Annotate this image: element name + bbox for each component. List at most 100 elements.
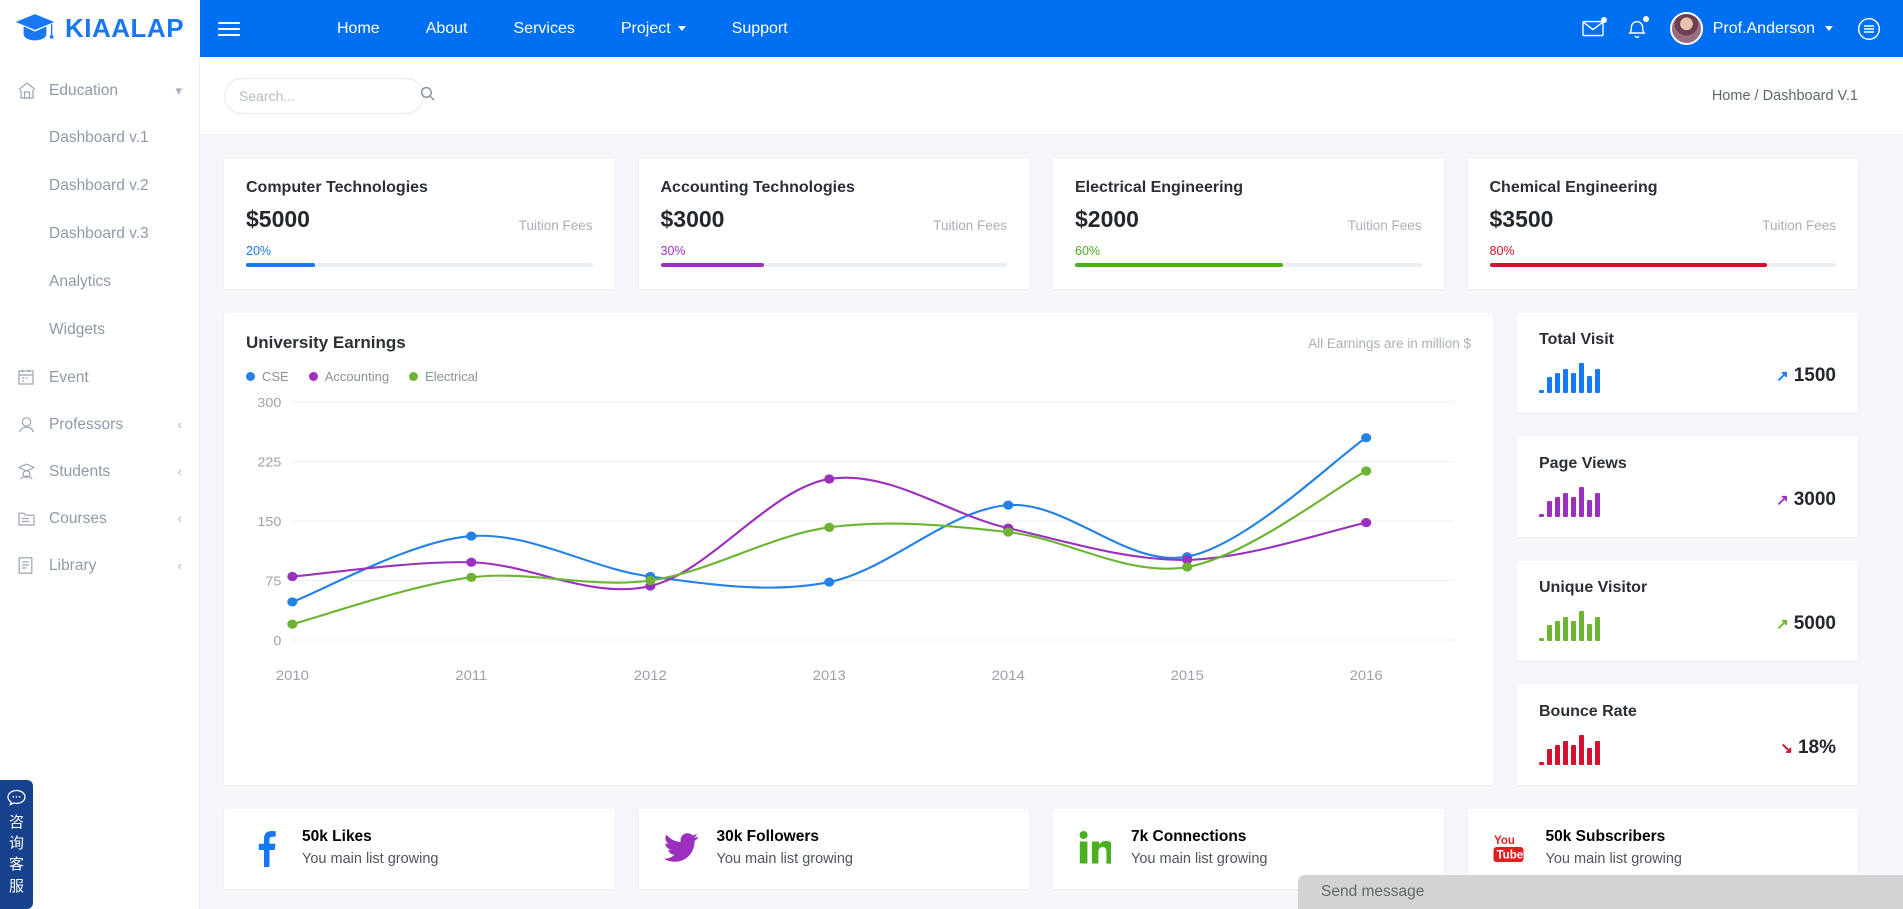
nav-link-support[interactable]: Support: [709, 20, 811, 38]
sidebar-item-students[interactable]: Students ‹: [0, 448, 199, 495]
legend-item-accounting[interactable]: Accounting: [308, 369, 389, 384]
sparkline-bar: [1579, 735, 1584, 765]
legend-swatch: [246, 372, 255, 381]
svg-text:0: 0: [273, 634, 281, 648]
legend-swatch: [409, 372, 419, 381]
search-input[interactable]: [239, 87, 420, 104]
mini-stat-bounce-rate: Bounce Rate ↘ 18%: [1517, 685, 1858, 785]
mini-stats-column: Total Visit ↗ 1500 Page Views ↗ 3000 Uni…: [1517, 313, 1858, 785]
brand-logo-area[interactable]: KIAALAP: [0, 0, 200, 57]
sparkline-bar: [1587, 376, 1592, 393]
nav-link-label: Support: [731, 19, 788, 37]
send-message-label: Send message: [1321, 883, 1425, 900]
mini-stat-title: Unique Visitor: [1539, 579, 1648, 596]
sidebar-item-label: Students: [49, 462, 111, 480]
search-icon[interactable]: [420, 86, 435, 106]
main-content: Home / Dashboard V.1 Computer Technologi…: [200, 57, 1903, 909]
home-icon: [17, 81, 41, 100]
svg-text:75: 75: [265, 574, 281, 588]
svg-text:Tube: Tube: [1496, 849, 1523, 861]
social-card-facebook[interactable]: 50k Likes You main list growing: [224, 809, 615, 889]
sparkline-bar: [1563, 740, 1568, 765]
search-box[interactable]: [224, 77, 435, 114]
sparkline-bar: [1539, 637, 1544, 641]
stat-card-subtitle: Tuition Fees: [518, 218, 593, 233]
legend-label: Electrical: [425, 369, 478, 384]
bell-icon[interactable]: [1627, 15, 1649, 39]
chevron-left-icon: ‹: [177, 511, 182, 526]
chat-support-tab[interactable]: 咨 询 客 服: [0, 779, 33, 909]
sidebar-item-widgets[interactable]: Widgets: [0, 306, 199, 354]
sparkline-bars: [1539, 731, 1600, 765]
top-bar: KIAALAP Home About Services Project Supp…: [0, 0, 1903, 57]
sidebar-item-library[interactable]: Library ‹: [0, 542, 199, 589]
sidebar-item-analytics[interactable]: Analytics: [0, 258, 199, 306]
mini-stat-page-views: Page Views ↗ 3000: [1517, 437, 1858, 537]
social-card-twitter[interactable]: 30k Followers You main list growing: [638, 809, 1029, 889]
sparkline-bar: [1579, 363, 1584, 393]
nav-link-home[interactable]: Home: [314, 20, 403, 38]
sparkline-bar: [1579, 487, 1584, 517]
sidebar-item-dashboard-v1[interactable]: Dashboard v.1: [0, 114, 199, 162]
sidebar-item-education[interactable]: Education ▾: [0, 67, 199, 114]
graduation-cap-icon: [14, 12, 56, 46]
stat-card-electrical-engineering: Electrical Engineering $2000 Tuition Fee…: [1053, 159, 1444, 289]
sparkline-bar: [1547, 748, 1552, 765]
legend-item-cse[interactable]: CSE: [246, 369, 289, 384]
legend-label: CSE: [262, 369, 289, 384]
stat-card-percent: 60%: [1075, 244, 1101, 258]
legend-item-electrical[interactable]: Electrical: [409, 369, 478, 384]
sidebar-item-event[interactable]: Event: [0, 354, 199, 401]
sparkline-bar: [1595, 617, 1600, 641]
progress-track: [1075, 263, 1422, 267]
social-card-count: 30k Followers: [716, 828, 820, 845]
send-message-bar[interactable]: Send message: [1298, 875, 1903, 909]
stat-card-chemical-engineering: Chemical Engineering $3500 Tuition Fees …: [1467, 159, 1858, 289]
nav-link-about[interactable]: About: [403, 20, 491, 38]
svg-text:2012: 2012: [634, 669, 667, 684]
list-circle-icon[interactable]: [1857, 17, 1881, 41]
sidebar-item-label: Dashboard v.1: [49, 129, 149, 146]
nav-link-label: Services: [513, 19, 575, 37]
sidebar-item-label: Analytics: [49, 273, 112, 290]
linkedin-icon: [1075, 830, 1115, 865]
sidebar-item-dashboard-v2[interactable]: Dashboard v.2: [0, 162, 199, 210]
stat-card-subtitle: Tuition Fees: [1347, 218, 1422, 233]
line-chart[interactable]: 0 75 150 225 300 2010 2011 2012 2013 2014 2015 2016: [246, 392, 1471, 690]
sidebar-item-dashboard-v3[interactable]: Dashboard v.3: [0, 210, 199, 258]
nav-right-actions: Prof.Anderson: [1582, 12, 1881, 45]
sidebar-item-professors[interactable]: Professors ‹: [0, 401, 199, 448]
sidebar-item-courses[interactable]: Courses ‹: [0, 495, 199, 542]
sparkline-bar: [1587, 624, 1592, 641]
nav-link-services[interactable]: Services: [491, 20, 598, 38]
sub-header: Home / Dashboard V.1: [200, 57, 1903, 135]
mini-stat-value: 18%: [1797, 737, 1836, 758]
mini-stat-value-group: ↗ 5000: [1776, 613, 1836, 635]
stat-card-title: Electrical Engineering: [1075, 179, 1244, 196]
social-card-count: 50k Likes: [302, 828, 372, 845]
mini-stat-total-visit: Total Visit ↗ 1500: [1517, 313, 1858, 413]
user-menu[interactable]: Prof.Anderson: [1669, 12, 1833, 45]
chevron-down-icon: [677, 26, 686, 31]
sparkline-bars: [1539, 359, 1600, 393]
nav-link-label: Home: [337, 19, 380, 37]
sparkline-bar: [1579, 611, 1584, 641]
hamburger-icon[interactable]: [218, 18, 240, 40]
sparkline-bar: [1571, 621, 1576, 641]
mini-stat-title: Bounce Rate: [1539, 703, 1637, 720]
sparkline-bar: [1571, 373, 1576, 393]
sparkline-bar: [1571, 745, 1576, 765]
sidebar-item-label: Courses: [49, 509, 107, 527]
mini-stat-value-group: ↗ 3000: [1776, 489, 1836, 511]
nav-link-project[interactable]: Project: [598, 20, 709, 38]
chevron-left-icon: ‹: [177, 417, 182, 432]
mini-stat-unique-visitor: Unique Visitor ↗ 5000: [1517, 561, 1858, 661]
envelope-icon[interactable]: [1582, 17, 1607, 37]
chat-tab-text: 询: [8, 835, 24, 853]
sparkline-bar: [1547, 624, 1552, 641]
sidebar-item-label: Widgets: [49, 321, 105, 338]
breadcrumb: Home / Dashboard V.1: [1711, 87, 1858, 104]
sparkline-bar: [1539, 513, 1544, 517]
progress-fill: [1489, 263, 1767, 267]
university-earnings-card: University Earnings All Earnings are in …: [224, 313, 1493, 785]
